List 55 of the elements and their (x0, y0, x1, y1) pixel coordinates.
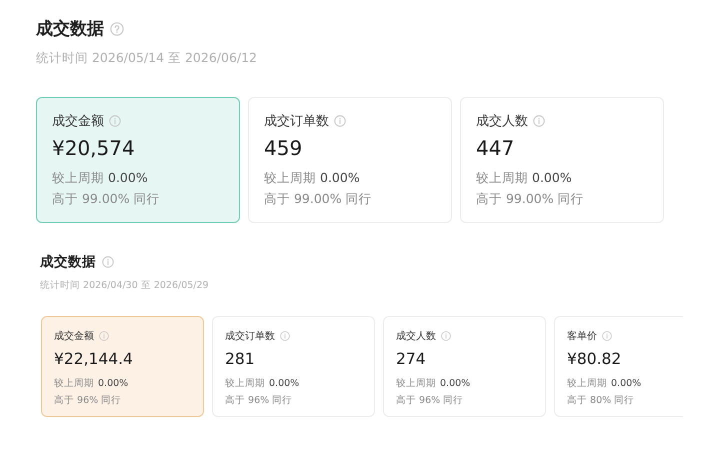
metric-value: 447 (476, 136, 516, 160)
peer-rank: 高于 80% 同行 (567, 394, 636, 407)
metric-label: 成交订单数 (264, 113, 329, 130)
compare-value: 0.00% (440, 378, 470, 389)
metric-value: ¥22,144.4 (54, 350, 134, 368)
section-title: 成交数据 (40, 253, 96, 271)
info-icon[interactable] (99, 331, 109, 341)
compare-value: 0.00% (108, 170, 148, 185)
metric-value: 274 (396, 350, 427, 368)
info-icon[interactable] (280, 331, 290, 341)
metric-label: 成交人数 (396, 330, 436, 343)
metric-card[interactable]: 成交订单数 459 较上周期 0.00% 高于 99.00% 同行 (248, 97, 452, 223)
metric-value: 459 (264, 136, 304, 160)
compare-value: 0.00% (532, 170, 572, 185)
compare-label: 较上周期 (567, 378, 607, 389)
metric-card[interactable]: 成交金额 ¥20,574 较上周期 0.00% 高于 99.00% 同行 (36, 97, 240, 223)
metric-card[interactable]: 成交订单数 281 较上周期 0.00% 高于 96% 同行 (212, 316, 375, 417)
metric-label: 成交人数 (476, 113, 528, 130)
metric-card[interactable]: 成交金额 ¥22,144.4 较上周期 0.00% 高于 96% 同行 (41, 316, 204, 417)
peer-rank: 高于 96% 同行 (54, 394, 122, 407)
compare-label: 较上周期 (476, 170, 528, 185)
peer-rank: 高于 99.00% 同行 (264, 191, 373, 208)
compare-value: 0.00% (98, 378, 128, 389)
info-icon[interactable] (533, 115, 545, 127)
compare-value: 0.00% (611, 378, 642, 389)
compare-value: 0.00% (269, 378, 300, 389)
peer-rank: 高于 96% 同行 (225, 394, 294, 407)
compare-label: 较上周期 (264, 170, 316, 185)
compare-value: 0.00% (320, 170, 360, 185)
metric-card[interactable]: 成交人数 447 较上周期 0.00% 高于 99.00% 同行 (460, 97, 664, 223)
compare-label: 较上周期 (396, 378, 436, 389)
help-icon[interactable] (110, 22, 124, 36)
metric-label: 客单价 (567, 330, 597, 343)
peer-rank: 高于 99.00% 同行 (52, 191, 161, 208)
info-icon[interactable] (441, 331, 451, 341)
peer-rank: 高于 99.00% 同行 (476, 191, 585, 208)
info-icon[interactable] (602, 331, 612, 341)
compare-label: 较上周期 (52, 170, 104, 185)
compare-label: 较上周期 (54, 378, 94, 389)
metric-label: 成交金额 (52, 113, 104, 130)
info-icon[interactable] (102, 256, 114, 268)
date-range: 统计时间 2026/04/30 至 2026/05/29 (40, 279, 210, 292)
info-icon[interactable] (334, 115, 346, 127)
metric-label: 成交金额 (54, 330, 94, 343)
metric-value: ¥80.82 (567, 350, 622, 368)
metric-card[interactable]: 客单价 ¥80.82 较上周期 0.00% 高于 80% 同行 (554, 316, 683, 417)
info-icon[interactable] (109, 115, 121, 127)
section-title: 成交数据 (36, 18, 104, 40)
metric-label: 成交订单数 (225, 330, 275, 343)
compare-label: 较上周期 (225, 378, 265, 389)
date-range: 统计时间 2026/05/14 至 2026/06/12 (36, 50, 258, 67)
metric-value: 281 (225, 350, 256, 368)
peer-rank: 高于 96% 同行 (396, 394, 464, 407)
metric-card[interactable]: 成交人数 274 较上周期 0.00% 高于 96% 同行 (383, 316, 546, 417)
metric-value: ¥20,574 (52, 136, 136, 160)
